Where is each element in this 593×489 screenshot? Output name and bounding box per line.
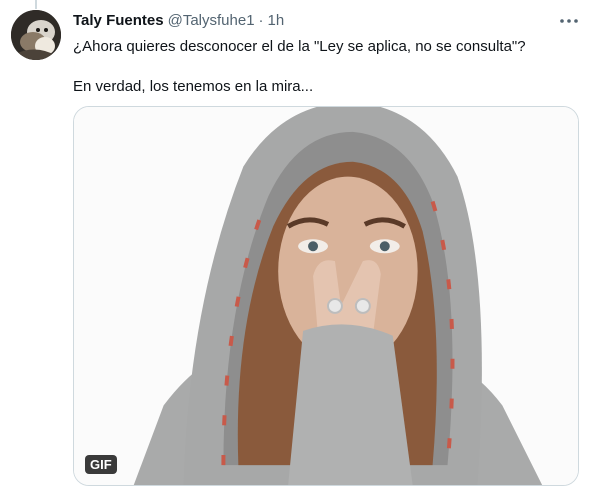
tweet-timestamp[interactable]: 1h (268, 11, 285, 31)
thread-connector-line (35, 0, 37, 9)
tweet-text-line-1: ¿Ahora quieres desconocer el de la "Ley … (73, 38, 526, 55)
gif-image (74, 107, 578, 485)
avatar-image (11, 10, 61, 60)
gif-badge: GIF (85, 455, 117, 474)
tweet-text: ¿Ahora quieres desconocer el de la "Ley … (73, 37, 583, 97)
tweet-header: Taly Fuentes @Talysfuhe1 · 1h (73, 11, 583, 33)
tweet-text-line-2: En verdad, los tenemos en la mira... (73, 78, 314, 95)
author-name[interactable]: Taly Fuentes (73, 11, 164, 31)
header-separator: · (258, 12, 264, 29)
author-handle[interactable]: @Talysfuhe1 (168, 11, 255, 31)
more-options-button[interactable] (557, 11, 581, 31)
tweet-content: Taly Fuentes @Talysfuhe1 · 1h ¿Ahora qui… (73, 11, 583, 97)
avatar[interactable] (11, 10, 61, 60)
more-horizontal-icon (560, 19, 578, 23)
gif-media[interactable]: GIF (73, 106, 579, 486)
